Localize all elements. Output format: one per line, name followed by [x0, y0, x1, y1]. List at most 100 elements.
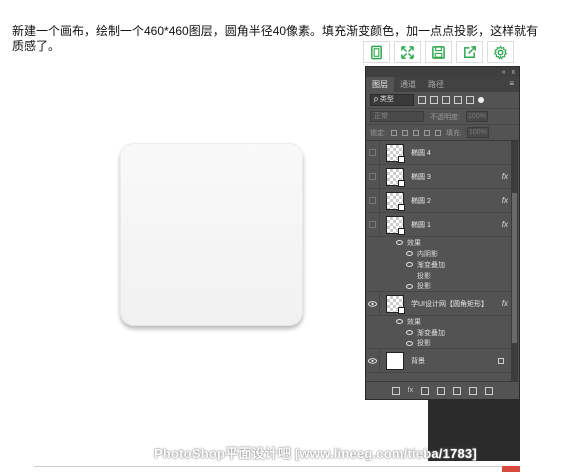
tab-paths[interactable]: 路径 [422, 77, 450, 92]
layer-fx-icon[interactable]: fx [502, 172, 508, 181]
layer-name: 椭圆 2 [411, 197, 431, 205]
eye-icon[interactable] [406, 340, 413, 346]
tab-channels[interactable]: 通道 [394, 77, 422, 92]
lock-transparent-icon[interactable] [390, 129, 397, 136]
layer-thumbnail [386, 191, 405, 211]
layers-panel: « x 图层 通道 路径 ≡ ρ 类型 正常 不透明度: 100% 锁定: 填充… [365, 66, 520, 400]
effects-group[interactable]: 效果 [366, 316, 512, 327]
opacity-input[interactable]: 100% [465, 111, 488, 122]
eye-icon[interactable] [396, 319, 403, 324]
shape-badge-icon [398, 306, 405, 314]
layer-fx-icon[interactable]: fx [502, 299, 508, 308]
smart-filter-icon[interactable] [466, 96, 474, 104]
layer-thumbnail [386, 167, 405, 187]
shape-badge-icon [398, 203, 405, 211]
close-icon[interactable]: x [512, 69, 516, 76]
link-icon[interactable] [391, 386, 400, 395]
expand-icon [400, 45, 414, 59]
layer-row-rounded-rect[interactable]: 学UI设计网【圆角矩形】 fx [366, 291, 512, 316]
layers-scrollbar[interactable] [511, 141, 518, 381]
rounded-square-preview [120, 143, 303, 326]
effect-item[interactable]: 渐变叠加 [366, 259, 512, 270]
eye-icon[interactable] [406, 262, 413, 267]
trash-icon[interactable] [485, 386, 494, 395]
layer-thumbnail [386, 143, 405, 163]
hidden-eye-icon [369, 149, 376, 156]
eye-icon[interactable] [406, 330, 413, 335]
doc-icon [370, 45, 382, 59]
document-button[interactable] [362, 41, 390, 63]
effect-label: 投影 [417, 340, 431, 347]
fill-input[interactable]: 100% [466, 127, 489, 138]
new-layer-icon[interactable] [469, 386, 478, 395]
layer-name: 椭圆 4 [411, 149, 431, 157]
lock-label: 锁定: [370, 129, 386, 137]
panel-topbar: « x [366, 67, 519, 77]
layer-row-background[interactable]: 背景 [366, 348, 512, 373]
visibility-toggle[interactable] [366, 164, 380, 189]
layer-row[interactable]: 椭圆 2 fx [366, 188, 512, 213]
visibility-toggle[interactable] [366, 212, 380, 237]
shape-badge-icon [398, 155, 405, 163]
effect-item[interactable]: 投影 [366, 281, 512, 292]
visibility-toggle[interactable] [366, 348, 380, 373]
panel-menu-icon[interactable]: ≡ [504, 77, 519, 92]
lock-move-icon[interactable] [412, 129, 419, 136]
shape-badge-icon [398, 227, 405, 235]
collapse-icon[interactable]: « [502, 69, 506, 76]
layer-row[interactable]: 椭圆 4 [366, 141, 512, 165]
opacity-label: 不透明度: [430, 113, 460, 121]
folder-icon[interactable] [453, 386, 462, 395]
eye-icon[interactable] [396, 240, 403, 245]
effect-item[interactable]: 投影 [366, 338, 512, 349]
layer-list: 椭圆 4 椭圆 3 fx 椭圆 2 fx 椭圆 1 fx 效果 内阴影 渐变叠加… [366, 141, 512, 381]
pixel-filter-icon[interactable] [418, 96, 426, 104]
adjustment-filter-icon[interactable] [430, 96, 438, 104]
eye-icon[interactable] [406, 283, 413, 289]
fx-icon[interactable]: fx [408, 387, 413, 394]
layer-row[interactable]: 椭圆 1 fx [366, 212, 512, 237]
watermark-text: PhotoShop平面设计吧 [www.lineeg.com/tieba/178… [154, 446, 477, 461]
save-icon [431, 45, 445, 59]
scrollbar-thumb[interactable] [512, 193, 517, 343]
panel-tabs: 图层 通道 路径 ≡ [366, 77, 519, 92]
effects-label: 效果 [407, 318, 421, 326]
settings-button[interactable] [486, 41, 514, 63]
hidden-eye-icon [369, 197, 376, 204]
layer-thumbnail [386, 294, 405, 314]
visibility-toggle[interactable] [366, 141, 380, 165]
layer-fx-icon[interactable]: fx [502, 220, 508, 229]
panel-footer: fx [366, 381, 519, 399]
visibility-toggle[interactable] [366, 188, 380, 213]
text-filter-icon[interactable] [442, 96, 450, 104]
share-icon [463, 45, 476, 58]
lock-all-icon[interactable] [434, 129, 441, 136]
visibility-toggle[interactable] [366, 291, 380, 316]
effect-item[interactable]: 内阴影 [366, 248, 512, 259]
layer-name: 背景 [411, 357, 425, 365]
lock-artboard-icon[interactable] [423, 129, 430, 136]
expand-button[interactable] [393, 41, 421, 63]
effects-group[interactable]: 效果 [366, 237, 512, 248]
filter-toggle-icon[interactable] [478, 97, 484, 103]
settings-icon [493, 44, 507, 60]
mask-icon[interactable] [421, 386, 430, 395]
shape-filter-icon[interactable] [454, 96, 462, 104]
tab-layers[interactable]: 图层 [366, 77, 394, 92]
effect-label: 内阴影 [417, 250, 438, 258]
layer-fx-icon[interactable]: fx [502, 196, 508, 205]
effect-item[interactable]: 渐变叠加 [366, 327, 512, 338]
adjustment-icon[interactable] [437, 386, 446, 395]
share-button[interactable] [455, 41, 483, 63]
eye-icon [368, 357, 377, 364]
effect-item[interactable]: 投影 [366, 270, 512, 281]
filter-type-select[interactable]: ρ 类型 [370, 94, 414, 106]
layer-thumbnail [386, 351, 404, 370]
save-button[interactable] [424, 41, 452, 63]
effect-label: 渐变叠加 [417, 261, 445, 269]
eye-icon[interactable] [406, 251, 413, 256]
lock-paint-icon[interactable] [401, 129, 408, 136]
effects-label: 效果 [407, 239, 421, 247]
layer-row[interactable]: 椭圆 3 fx [366, 164, 512, 189]
blend-mode-select[interactable]: 正常 [370, 111, 424, 122]
